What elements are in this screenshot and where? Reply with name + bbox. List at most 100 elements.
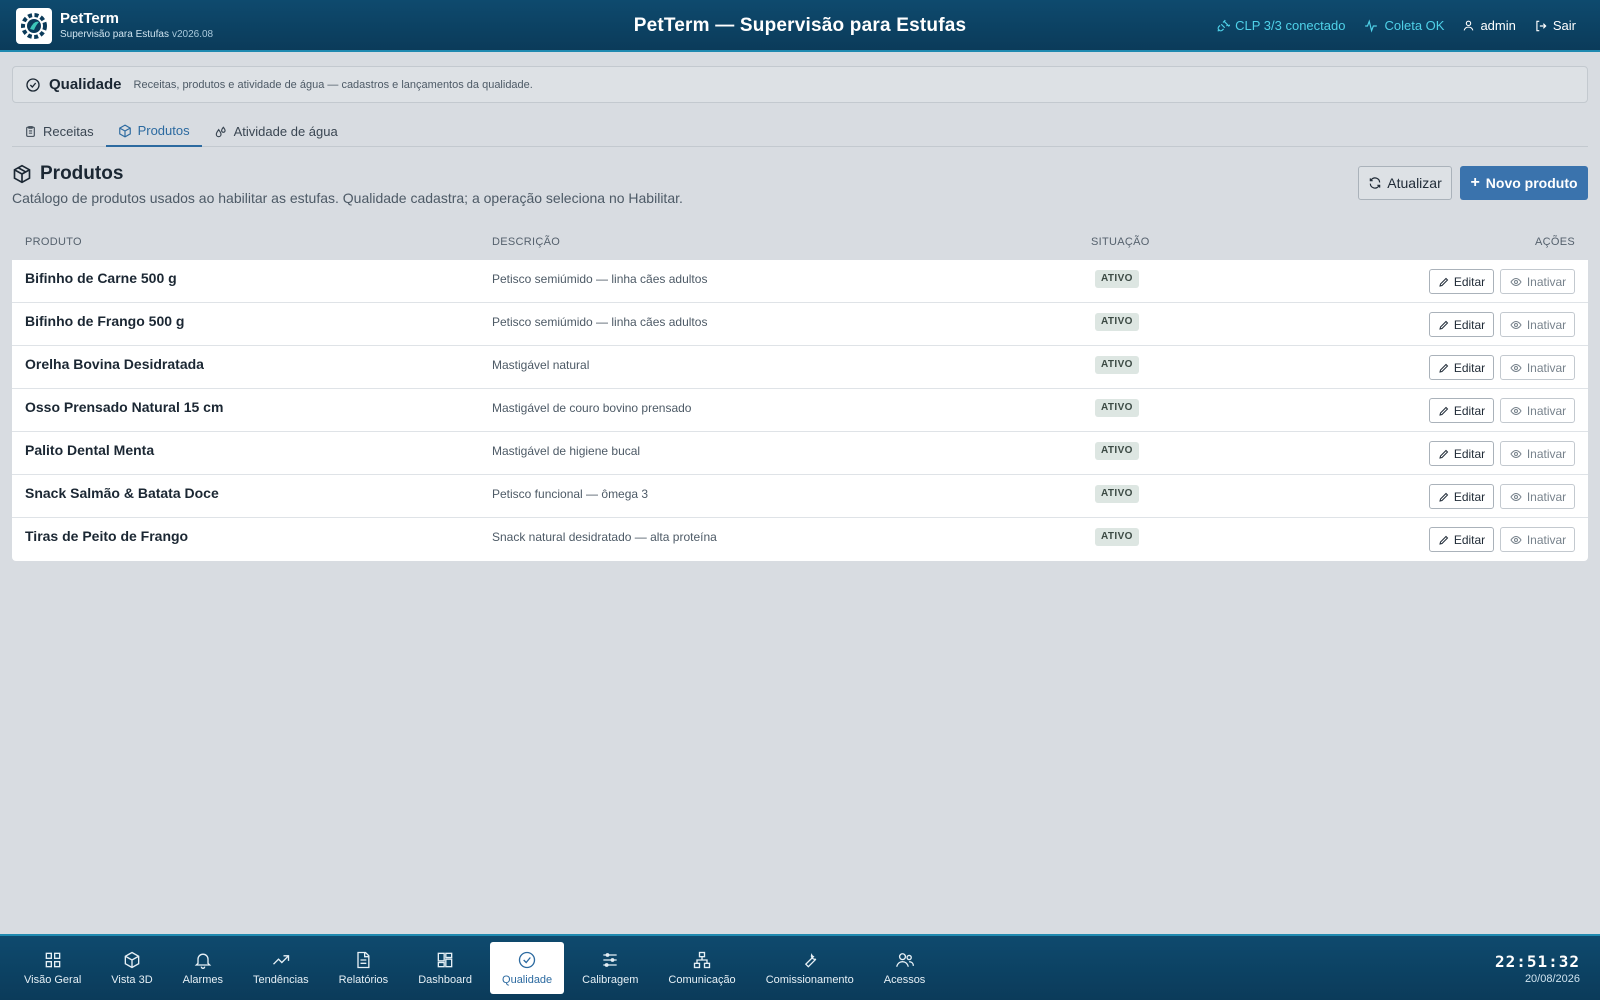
nav-item-comunicação[interactable]: Comunicação: [656, 942, 747, 994]
status-badge: ATIVO: [1095, 270, 1139, 288]
table-row: Tiras de Peito de Frango Snack natural de…: [12, 518, 1588, 561]
nav-label: Qualidade: [502, 974, 553, 986]
page-description: Catálogo de produtos usados ao habilitar…: [12, 190, 683, 206]
clock: 22:51:32 20/08/2026: [1495, 952, 1580, 985]
col-situacao: SITUAÇÃO: [1091, 236, 1150, 248]
product-name: Orelha Bovina Desidratada: [25, 356, 204, 372]
status-badge: ATIVO: [1095, 399, 1139, 417]
table-row: Palito Dental Menta Mastigável de higiene…: [12, 432, 1588, 475]
eye-off-icon: [1510, 363, 1522, 372]
clock-time: 22:51:32: [1494, 952, 1580, 971]
col-produto: PRODUTO: [25, 236, 82, 248]
tab-produtos[interactable]: Produtos: [105, 116, 202, 147]
eye-off-icon: [1510, 492, 1522, 501]
deactivate-button[interactable]: Inativar: [1500, 355, 1575, 380]
logout-button[interactable]: Sair: [1534, 18, 1576, 33]
tab-bar: Receitas Produtos Atividade de água: [12, 116, 1588, 147]
status-badge: ATIVO: [1095, 528, 1139, 546]
product-name: Osso Prensado Natural 15 cm: [25, 399, 224, 415]
table-header: PRODUTO DESCRIÇÃO SITUAÇÃO AÇÕES: [12, 230, 1588, 260]
status-badge: ATIVO: [1095, 442, 1139, 460]
grid-icon: [45, 952, 60, 968]
deactivate-button[interactable]: Inativar: [1500, 527, 1575, 552]
nav-label: Alarmes: [182, 974, 223, 986]
nav-label: Comunicação: [668, 974, 736, 986]
clp-status: CLP 3/3 conectado: [1216, 18, 1345, 33]
tab-atividade-agua[interactable]: Atividade de água: [202, 116, 350, 147]
edit-button[interactable]: Editar: [1429, 355, 1494, 380]
check-circle-icon: [26, 77, 40, 92]
deactivate-button[interactable]: Inativar: [1500, 312, 1575, 337]
pencil-icon: [1439, 406, 1449, 416]
nav-item-tendências[interactable]: Tendências: [241, 942, 321, 994]
logout-icon: [1536, 20, 1547, 31]
eye-off-icon: [1510, 406, 1522, 415]
eye-off-icon: [1510, 320, 1522, 329]
refresh-button[interactable]: Atualizar: [1358, 166, 1452, 200]
nav-item-alarmes[interactable]: Alarmes: [171, 942, 235, 994]
nav-label: Visão Geral: [24, 974, 82, 986]
col-descricao: DESCRIÇÃO: [492, 236, 561, 248]
edit-button[interactable]: Editar: [1429, 269, 1494, 294]
eye-off-icon: [1510, 449, 1522, 458]
dashboard-icon: [437, 952, 453, 968]
user-icon: [1464, 20, 1474, 31]
product-description: Snack natural desidratado — alta proteín…: [492, 530, 717, 544]
check-circle-icon: [518, 951, 536, 969]
pencil-icon: [1439, 277, 1449, 287]
nav-item-acessos[interactable]: Acessos: [872, 942, 938, 994]
coleta-status: Coleta OK: [1363, 18, 1444, 33]
edit-button[interactable]: Editar: [1429, 398, 1494, 423]
table-row: Osso Prensado Natural 15 cm Mastigável de…: [12, 389, 1588, 432]
nav-label: Comissionamento: [765, 974, 854, 986]
plus-icon: +: [1470, 174, 1480, 191]
deactivate-button[interactable]: Inativar: [1500, 441, 1575, 466]
status-badge: ATIVO: [1095, 485, 1139, 503]
edit-button[interactable]: Editar: [1429, 484, 1494, 509]
nav-item-comissionamento[interactable]: Comissionamento: [754, 942, 866, 994]
deactivate-button[interactable]: Inativar: [1500, 398, 1575, 423]
clock-date: 20/08/2026: [1524, 973, 1580, 985]
deactivate-button[interactable]: Inativar: [1500, 269, 1575, 294]
edit-button[interactable]: Editar: [1429, 527, 1494, 552]
pencil-icon: [1439, 492, 1449, 502]
eye-off-icon: [1510, 277, 1522, 286]
nav-item-qualidade[interactable]: Qualidade: [490, 942, 565, 994]
pencil-icon: [1439, 535, 1449, 545]
nav-item-vista-3d[interactable]: Vista 3D: [99, 942, 164, 994]
clipboard-icon: [26, 126, 35, 137]
status-badge: ATIVO: [1095, 313, 1139, 331]
section-header: Qualidade Receitas, produtos e atividade…: [12, 66, 1588, 103]
plug-icon: [1217, 19, 1231, 32]
product-description: Petisco semiúmido — linha cães adultos: [492, 315, 708, 329]
cube-icon: [124, 951, 140, 969]
nav-item-relatórios[interactable]: Relatórios: [327, 942, 401, 994]
users-icon: [895, 953, 914, 967]
nav-item-visão-geral[interactable]: Visão Geral: [12, 942, 93, 994]
page-title: Produtos: [12, 163, 683, 185]
products-table: Bifinho de Carne 500 g Petisco semiúmido …: [12, 260, 1588, 561]
product-description: Mastigável de higiene bucal: [492, 444, 641, 458]
product-name: Palito Dental Menta: [25, 442, 155, 458]
table-row: Bifinho de Frango 500 g Petisco semiúmido…: [12, 303, 1588, 346]
table-row: Orelha Bovina Desidratada Mastigável natu…: [12, 346, 1588, 389]
product-name: Tiras de Peito de Frango: [25, 528, 189, 544]
tab-receitas[interactable]: Receitas: [12, 116, 106, 147]
nav-item-dashboard[interactable]: Dashboard: [406, 942, 484, 994]
bottom-nav: Visão Geral Vista 3D Alarmes Tendências Rela…: [0, 934, 1600, 1000]
product-name: Bifinho de Frango 500 g: [25, 313, 185, 329]
status-badge: ATIVO: [1095, 356, 1139, 374]
nav-label: Calibragem: [582, 974, 639, 986]
product-description: Mastigável de couro bovino prensado: [492, 401, 692, 415]
new-product-button[interactable]: + Novo produto: [1460, 166, 1588, 200]
pencil-icon: [1439, 320, 1449, 330]
edit-button[interactable]: Editar: [1429, 312, 1494, 337]
edit-button[interactable]: Editar: [1429, 441, 1494, 466]
sliders-icon: [603, 953, 617, 967]
nav-item-calibragem[interactable]: Calibragem: [570, 942, 650, 994]
deactivate-button[interactable]: Inativar: [1500, 484, 1575, 509]
nav-label: Relatórios: [338, 974, 389, 986]
report-icon: [357, 951, 370, 969]
user-menu[interactable]: admin: [1462, 18, 1516, 33]
bell-icon: [194, 953, 212, 969]
